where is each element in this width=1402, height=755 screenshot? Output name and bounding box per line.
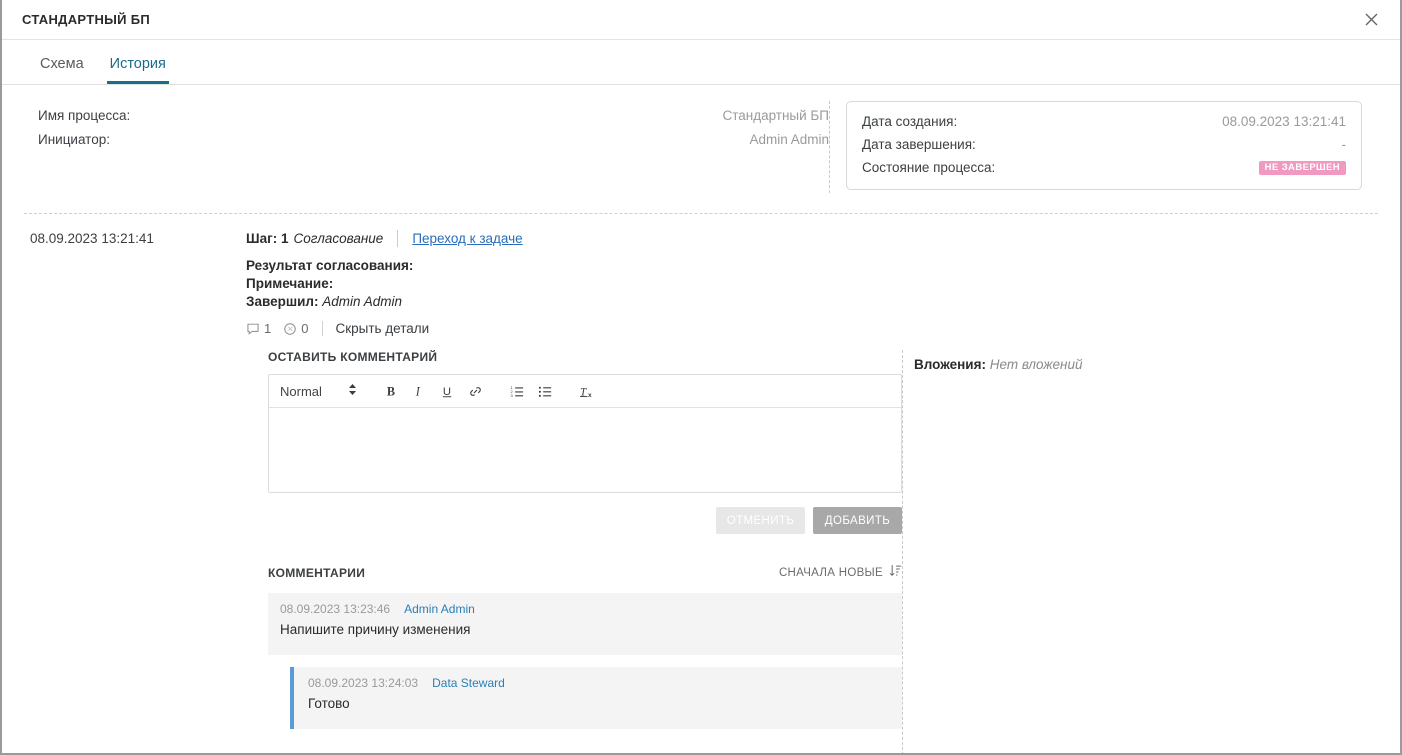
label-process-name: Имя процесса: xyxy=(38,108,131,124)
step-header: Шаг: 1 Согласование Переход к задаче xyxy=(246,230,1378,248)
bullet-list-icon[interactable] xyxy=(533,378,559,404)
close-icon[interactable] xyxy=(1356,5,1386,35)
meta-separator xyxy=(322,321,324,337)
history-entry: 08.09.2023 13:21:41 Шаг: 1 Согласование … xyxy=(2,214,1400,337)
comments-header: КОММЕНТАРИИ СНАЧАЛА НОВЫЕ xyxy=(268,564,902,581)
leave-comment-title: ОСТАВИТЬ КОММЕНТАРИЙ xyxy=(268,350,438,365)
value-initiator: Admin Admin xyxy=(749,132,829,148)
comment-date: 08.09.2023 13:23:46 xyxy=(280,602,391,617)
comments-sort-control[interactable]: СНАЧАЛА НОВЫЕ xyxy=(779,564,902,581)
comment-author[interactable]: Data Steward xyxy=(432,676,505,690)
cancel-button[interactable]: ОТМЕНИТЬ xyxy=(716,507,805,535)
comment-column: ОСТАВИТЬ КОММЕНТАРИЙ Normal B I U 1 2 3 … xyxy=(24,350,902,753)
comment-editor: Normal B I U 1 2 3 T x xyxy=(268,374,902,494)
editor-actions: ОТМЕНИТЬ ДОБАВИТЬ xyxy=(268,507,902,535)
summary-row-initiator: Инициатор: Admin Admin xyxy=(38,128,829,152)
bold-icon[interactable]: B xyxy=(379,378,405,404)
summary-row-finished-date: Дата завершения: - xyxy=(862,133,1346,156)
format-select-value: Normal xyxy=(280,383,322,399)
field-completed-by-label: Завершил: xyxy=(246,294,319,310)
step-separator xyxy=(397,230,399,248)
svg-text:B: B xyxy=(387,385,395,399)
comment-author[interactable]: Admin Admin xyxy=(404,602,475,616)
italic-icon[interactable]: I xyxy=(407,378,433,404)
svg-text:U: U xyxy=(443,386,451,398)
summary-row-state: Состояние процесса: НЕ ЗАВЕРШЕН xyxy=(862,156,1346,179)
value-process-name: Стандартный БП xyxy=(722,108,829,124)
entry-meta-row: 1 0 Скрыть детали xyxy=(246,321,1378,337)
ordered-list-icon[interactable]: 1 2 3 xyxy=(505,378,531,404)
comments-sort-label: СНАЧАЛА НОВЫЕ xyxy=(778,566,883,579)
paperclip-icon xyxy=(283,322,297,336)
process-history-dialog: СТАНДАРТНЫЙ БП Схема История Имя процесс… xyxy=(0,0,1402,755)
editor-toolbar: Normal B I U 1 2 3 T x xyxy=(269,375,901,409)
chevron-updown-icon xyxy=(348,383,357,399)
field-completed-by: Завершил: Admin Admin xyxy=(246,293,1378,311)
step-fields: Результат согласования: Примечание: Заве… xyxy=(246,257,1378,311)
label-created-date: Дата создания: xyxy=(862,114,958,130)
entry-timestamp: 08.09.2023 13:21:41 xyxy=(30,231,154,247)
attachments-label: Вложения: xyxy=(914,357,986,373)
status-badge: НЕ ЗАВЕРШЕН xyxy=(1258,160,1346,176)
attachments-count-group: 0 xyxy=(283,321,308,336)
attachments-column: Вложения: Нет вложений xyxy=(903,350,1378,753)
comment-head: 08.09.2023 13:24:03 Data Steward xyxy=(308,676,890,690)
process-summary: Имя процесса: Стандартный БП Инициатор: … xyxy=(2,85,1400,194)
goto-task-link[interactable]: Переход к задаче xyxy=(412,231,522,246)
value-created-date: 08.09.2023 13:21:41 xyxy=(1222,114,1346,130)
svg-text:x: x xyxy=(588,392,592,399)
comment-text: Готово xyxy=(308,696,350,712)
summary-row-created-date: Дата создания: 08.09.2023 13:21:41 xyxy=(862,110,1346,133)
comment-item: 08.09.2023 13:24:03 Data Steward Готово xyxy=(290,667,902,730)
tabs-bar: Схема История xyxy=(2,40,1400,86)
label-finished-date: Дата завершения: xyxy=(862,137,976,153)
add-comment-button[interactable]: ДОБАВИТЬ xyxy=(813,507,902,535)
comment-bubble-icon xyxy=(246,322,260,336)
summary-left-panel: Имя процесса: Стандартный БП Инициатор: … xyxy=(24,101,829,152)
step-label: Шаг: 1 xyxy=(246,231,289,247)
svg-text:3: 3 xyxy=(511,393,514,398)
field-approval-result: Результат согласования: xyxy=(246,257,1378,275)
underline-icon[interactable]: U xyxy=(435,378,461,404)
value-finished-date: - xyxy=(1341,137,1347,153)
comments-count: 1 xyxy=(264,321,272,337)
sort-descending-icon xyxy=(889,564,902,581)
summary-right-panel: Дата создания: 08.09.2023 13:21:41 Дата … xyxy=(846,101,1362,191)
label-initiator: Инициатор: xyxy=(38,132,110,148)
summary-row-process-name: Имя процесса: Стандартный БП xyxy=(38,104,829,128)
comment-date: 08.09.2023 13:24:03 xyxy=(308,676,419,691)
link-icon[interactable] xyxy=(463,378,489,404)
toggle-details-link[interactable]: Скрыть детали xyxy=(335,321,429,336)
summary-divider xyxy=(829,101,830,194)
svg-text:I: I xyxy=(415,385,421,399)
clear-format-icon[interactable]: T x xyxy=(575,378,601,404)
attachments-line: Вложения: Нет вложений xyxy=(914,357,1378,372)
entry-body: Шаг: 1 Согласование Переход к задаче Рез… xyxy=(246,230,1378,337)
comment-item: 08.09.2023 13:23:46 Admin Admin Напишите… xyxy=(268,593,902,656)
label-process-state: Состояние процесса: xyxy=(862,160,996,176)
field-completed-by-value: Admin Admin xyxy=(322,294,403,310)
comments-count-group: 1 xyxy=(246,321,271,336)
attachments-value: Нет вложений xyxy=(989,357,1083,373)
field-approval-result-label: Результат согласования: xyxy=(246,258,414,274)
field-note: Примечание: xyxy=(246,275,1378,293)
dialog-title: СТАНДАРТНЫЙ БП xyxy=(22,12,151,27)
attachments-count: 0 xyxy=(301,321,309,337)
field-note-label: Примечание: xyxy=(246,276,334,292)
tab-schema[interactable]: Схема xyxy=(37,56,87,84)
tab-history[interactable]: История xyxy=(106,56,169,85)
entry-detail-area: ОСТАВИТЬ КОММЕНТАРИЙ Normal B I U 1 2 3 … xyxy=(2,350,1400,753)
format-select[interactable]: Normal xyxy=(278,383,365,399)
comments-title: КОММЕНТАРИИ xyxy=(268,565,366,580)
comment-head: 08.09.2023 13:23:46 Admin Admin xyxy=(280,602,890,616)
dialog-titlebar: СТАНДАРТНЫЙ БП xyxy=(2,0,1400,40)
comment-text: Напишите причину изменения xyxy=(280,622,471,638)
step-name: Согласование xyxy=(293,231,384,247)
comment-input[interactable] xyxy=(269,408,901,492)
